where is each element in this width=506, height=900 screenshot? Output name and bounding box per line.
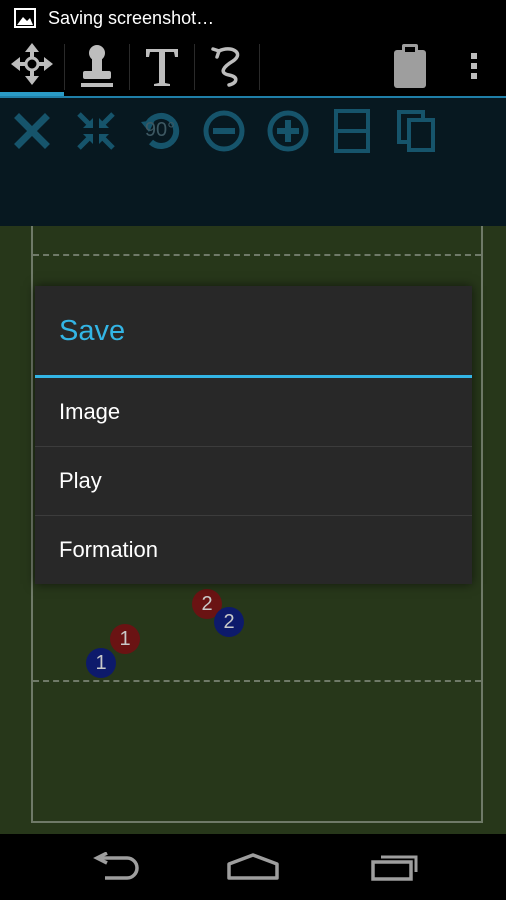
move-arrows-icon: [11, 43, 53, 85]
tab-text-tool[interactable]: [130, 36, 194, 96]
end-line: [31, 821, 483, 823]
tab-separator: [259, 44, 260, 90]
recent-apps-icon: [371, 855, 418, 881]
navigation-bar: [0, 834, 506, 900]
stamp-icon: [81, 45, 113, 87]
image-icon: [14, 8, 36, 28]
edit-toolbar: 90°: [0, 98, 506, 226]
zoom-in-button[interactable]: [265, 108, 311, 154]
zoom-out-button[interactable]: [201, 108, 247, 154]
option-label: Play: [59, 468, 102, 493]
duplicate-icon: [397, 110, 435, 152]
back-icon: [93, 852, 139, 880]
option-label: Image: [59, 399, 121, 424]
home-icon: [227, 853, 279, 880]
split-layout-icon: [334, 109, 370, 153]
save-option-formation[interactable]: Formation: [35, 516, 472, 584]
zoom-out-icon: [203, 110, 245, 152]
rotate-icon: 90°: [141, 112, 180, 149]
overflow-menu-button[interactable]: [456, 36, 492, 96]
rotate-label: 90°: [145, 119, 175, 141]
recent-apps-button[interactable]: [365, 847, 425, 887]
dialog-title: Save: [59, 315, 126, 347]
clipboard-icon: [394, 44, 426, 88]
save-option-play[interactable]: Play: [35, 447, 472, 515]
tab-stamp-tool[interactable]: [65, 36, 129, 96]
home-button[interactable]: [223, 847, 283, 887]
option-label: Formation: [59, 537, 159, 562]
delete-x-icon: [14, 113, 50, 149]
delete-button[interactable]: [9, 108, 55, 154]
sideline-left: [31, 226, 33, 823]
tab-move-tool[interactable]: [0, 36, 64, 96]
dashed-line-top: [33, 254, 481, 256]
split-layout-button[interactable]: [329, 108, 375, 154]
notification-text: Saving screenshot…: [48, 8, 215, 28]
overflow-menu-icon: [471, 53, 477, 79]
save-option-image[interactable]: Image: [35, 378, 472, 446]
text-icon: [146, 49, 178, 86]
duplicate-button[interactable]: [393, 108, 439, 154]
player-red[interactable]: 1: [110, 624, 140, 654]
status-bar: Saving screenshot…: [0, 0, 506, 36]
zoom-in-icon: [267, 110, 309, 152]
action-bar: [0, 36, 506, 98]
dashed-line-bottom: [33, 680, 481, 682]
player-blue[interactable]: 2: [214, 607, 244, 637]
back-button[interactable]: [83, 847, 143, 887]
sideline-right: [481, 226, 483, 823]
clipboard-button[interactable]: [384, 36, 436, 96]
save-dialog: Save Image Play Formation: [35, 286, 472, 584]
collapse-button[interactable]: [73, 108, 119, 154]
collapse-icon: [77, 112, 115, 150]
tab-draw-tool[interactable]: [195, 36, 259, 96]
rotate-button[interactable]: 90°: [137, 108, 183, 154]
player-blue[interactable]: 1: [86, 648, 116, 678]
squiggle-icon: [211, 47, 240, 87]
